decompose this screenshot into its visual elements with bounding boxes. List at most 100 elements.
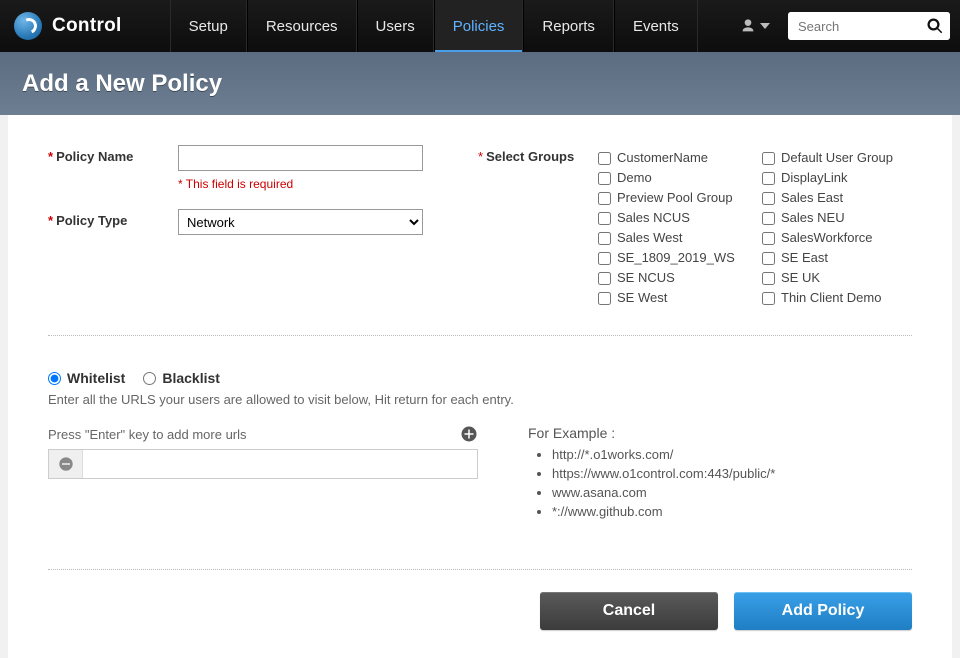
checkbox[interactable] [598,172,611,185]
checkbox[interactable] [762,292,775,305]
example-item: www.asana.com [552,483,775,502]
button-label: Add Policy [782,602,865,619]
nav-events[interactable]: Events [614,0,698,52]
checkbox[interactable] [598,212,611,225]
group-checkbox[interactable]: Demo [598,169,748,187]
checkbox[interactable] [598,252,611,265]
minus-circle-icon [58,456,74,472]
checkbox[interactable] [762,152,775,165]
group-checkbox[interactable]: DisplayLink [762,169,912,187]
remove-url-cell [49,450,83,478]
checkbox-label: DisplayLink [781,169,847,187]
radio[interactable] [48,372,61,385]
field-policy-name: *Policy Name * This field is required [48,145,478,191]
group-checkbox[interactable]: SE East [762,249,912,267]
search-icon [926,17,944,35]
group-checkbox[interactable]: SE_1809_2019_WS [598,249,748,267]
group-checkbox[interactable]: SalesWorkforce [762,229,912,247]
group-checkbox[interactable]: CustomerName [598,149,748,167]
radio-label: Blacklist [162,370,220,386]
checkbox[interactable] [598,192,611,205]
checkbox[interactable] [762,252,775,265]
checkbox[interactable] [762,172,775,185]
nav-label: Policies [453,18,505,35]
caret-down-icon [760,21,770,31]
checkbox-label: Sales West [617,229,683,247]
whitelist-radio[interactable]: Whitelist [48,370,125,386]
group-checkbox[interactable]: Default User Group [762,149,912,167]
urls-head: Press "Enter" key to add more urls [48,425,478,443]
group-checkbox[interactable]: Sales NEU [762,209,912,227]
brand[interactable]: Control [0,12,140,40]
nav-resources[interactable]: Resources [247,0,357,52]
group-checkbox[interactable]: SE UK [762,269,912,287]
nav-label: Resources [266,18,338,35]
add-policy-button[interactable]: Add Policy [734,592,912,630]
checkbox[interactable] [762,212,775,225]
right-column: *Select Groups CustomerName Demo Preview… [478,145,912,307]
add-url-button[interactable] [460,425,478,443]
remove-url-button[interactable] [57,455,75,473]
example-item: http://*.o1works.com/ [552,445,775,464]
group-checkbox[interactable]: Thin Client Demo [762,289,912,307]
label-select-groups: *Select Groups [478,145,598,164]
nav-label: Users [376,18,415,35]
urls-left: Press "Enter" key to add more urls [48,425,478,479]
checkbox[interactable] [762,192,775,205]
policy-type-select[interactable]: Network [178,209,423,235]
group-checkbox[interactable]: Sales NCUS [598,209,748,227]
page-body: *Policy Name * This field is required *P… [0,115,960,658]
label-policy-type: *Policy Type [48,209,178,228]
plus-circle-icon [460,425,478,443]
blacklist-radio[interactable]: Blacklist [143,370,220,386]
groups-col-2: Default User Group DisplayLink Sales Eas… [762,149,912,307]
nav-setup[interactable]: Setup [170,0,247,52]
group-checkbox[interactable]: Preview Pool Group [598,189,748,207]
user-menu[interactable] [732,12,778,40]
checkbox[interactable] [598,152,611,165]
section-divider [48,335,912,336]
checkbox[interactable] [598,292,611,305]
group-checkbox[interactable]: SE West [598,289,748,307]
nav-label: Events [633,18,679,35]
button-label: Cancel [603,602,655,619]
group-checkbox[interactable]: SE NCUS [598,269,748,287]
nav-label: Reports [542,18,595,35]
search-button[interactable] [926,16,946,36]
policy-name-input[interactable] [178,145,423,171]
checkbox-label: SE West [617,289,667,307]
checkbox[interactable] [762,272,775,285]
checkbox-label: SE_1809_2019_WS [617,249,735,267]
checkbox-label: Sales East [781,189,843,207]
nav-policies[interactable]: Policies [434,0,524,52]
nav-reports[interactable]: Reports [523,0,614,52]
url-input[interactable] [83,450,477,478]
radio-label: Whitelist [67,370,125,386]
nav-users[interactable]: Users [357,0,434,52]
checkbox-label: Demo [617,169,652,187]
example-item: *://www.github.com [552,502,775,521]
required-asterisk: * [478,149,483,164]
label-text: Policy Name [56,149,133,164]
form-actions: Cancel Add Policy [48,592,912,630]
checkbox[interactable] [598,232,611,245]
radio[interactable] [143,372,156,385]
brand-name: Control [52,15,122,37]
checkbox-label: Sales NEU [781,209,845,227]
cancel-button[interactable]: Cancel [540,592,718,630]
label-policy-name: *Policy Name [48,145,178,164]
checkbox-label: Preview Pool Group [617,189,733,207]
example-item: https://www.o1control.com:443/public/* [552,464,775,483]
group-checkbox[interactable]: Sales East [762,189,912,207]
checkbox-label: Sales NCUS [617,209,690,227]
form-panel: *Policy Name * This field is required *P… [8,115,952,658]
checkbox-label: SE NCUS [617,269,675,287]
example-head: For Example : [528,425,775,441]
urls-area: Press "Enter" key to add more urls For E… [48,425,912,521]
checkbox[interactable] [762,232,775,245]
checkbox-label: CustomerName [617,149,708,167]
checkbox[interactable] [598,272,611,285]
left-column: *Policy Name * This field is required *P… [48,145,478,253]
group-checkbox[interactable]: Sales West [598,229,748,247]
list-mode-row: Whitelist Blacklist [48,370,912,386]
